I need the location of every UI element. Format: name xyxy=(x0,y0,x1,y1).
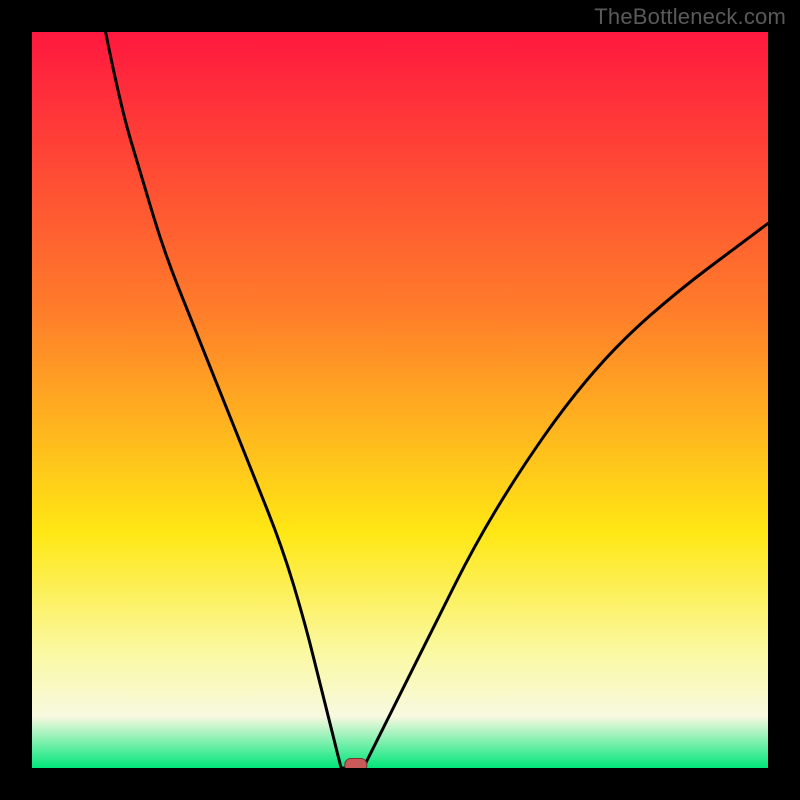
gradient-background xyxy=(32,32,768,768)
optimal-marker xyxy=(345,759,367,769)
chart-svg xyxy=(32,32,768,768)
watermark-text: TheBottleneck.com xyxy=(594,4,786,30)
chart-frame: TheBottleneck.com xyxy=(0,0,800,800)
plot-area xyxy=(32,32,768,768)
